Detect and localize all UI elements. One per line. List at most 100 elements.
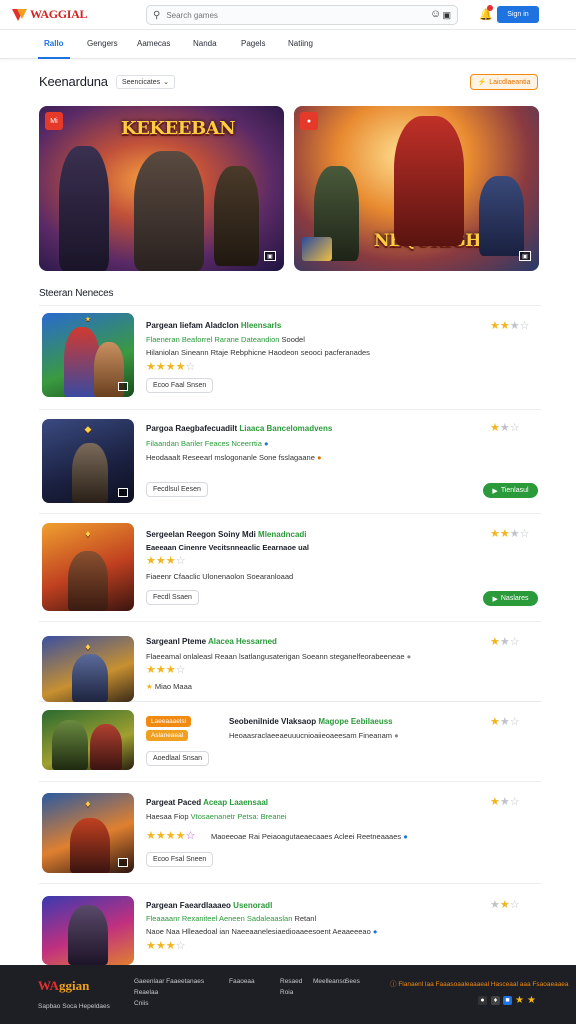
item-score-stars: ★★☆ (490, 716, 520, 728)
banner-title: KEKEEBAN (121, 118, 236, 139)
search-input[interactable] (166, 10, 439, 20)
logo-mark-icon (12, 8, 28, 22)
banner-villain-figure (59, 146, 109, 271)
item-score-stars: ★★★☆ (490, 528, 530, 540)
item-score-stars: ★★★☆ (490, 320, 530, 332)
game-thumbnail[interactable] (42, 710, 134, 770)
featured-banner-2[interactable]: ● NEQURIGHS ▣ (294, 106, 539, 271)
banner-side-figure (214, 166, 259, 266)
featured-title: Keenarduna (39, 74, 108, 89)
nav-item-genres[interactable]: Gengers (87, 39, 118, 48)
item-description: Heodaaalt Reseearl mslogonanle Sone fssl… (146, 453, 322, 462)
banner-tag-icon: ● (300, 112, 318, 130)
thumbnail-figure (68, 551, 108, 611)
item-title[interactable]: Pargean Iiefam Aladclon Hleensarls (146, 321, 281, 330)
item-view-button[interactable]: Ecoo Faal Snsen (146, 378, 214, 393)
item-rating-stars: ★★★☆ (146, 940, 186, 952)
notification-badge (487, 5, 493, 11)
item-score-stars: ★★☆ (490, 636, 520, 648)
page: WAGGIAL ⚲ ▣ ☺ 🔔 Sign in Rallo Gengers Aa… (0, 0, 576, 1024)
item-badge: Aslaneaeal (146, 730, 189, 741)
game-thumbnail[interactable]: ★ (42, 313, 134, 397)
game-thumbnail[interactable]: ♦ (42, 793, 134, 873)
item-score-stars: ★★☆ (490, 899, 520, 911)
featured-banner-1[interactable]: Mi KEKEEBAN ▣ (39, 106, 284, 271)
footer-link[interactable]: Cniis (134, 1000, 148, 1007)
nav-active-indicator (38, 57, 70, 59)
footer-link[interactable]: Sees (345, 978, 360, 985)
play-icon: ▶ (492, 595, 498, 603)
item-view-button[interactable]: Aoedlaal Snsan (146, 751, 210, 766)
game-thumbnail[interactable]: ♦ (42, 636, 134, 702)
item-title[interactable]: Pargean Faeardlaaaeo Usenoradl (146, 901, 272, 910)
bolt-icon: ⚡ (477, 79, 487, 86)
social-icon-2[interactable]: ♦ (491, 996, 500, 1005)
item-title[interactable]: Seobenilnide Vlaksaop Magope Eebilaeuss (229, 717, 393, 726)
featured-filter-dropdown[interactable]: Seencicates ⌄ (116, 75, 176, 89)
footer-link[interactable]: Faaoeaa (229, 978, 255, 985)
social-icon-1[interactable]: ● (478, 996, 487, 1005)
list-item[interactable]: ♦ Sergeelan Reegon Soiny Mdi Mlenadncadi… (39, 514, 541, 622)
thumbnail-figure (70, 818, 110, 873)
site-footer: WAggian Sapbao Soca Hepeldaes Gaeenlaar … (0, 965, 576, 1024)
footer-link[interactable]: Reaelaa (134, 989, 158, 996)
social-icon-3[interactable]: ■ (503, 996, 512, 1005)
item-title[interactable]: Sargeanl Pteme Alacea Hessarned (146, 637, 277, 646)
item-play-button[interactable]: ▶ Tienlasul (483, 483, 538, 498)
footer-link[interactable]: Resaed (280, 978, 302, 985)
item-description: Fiaeenr Cfaaclic Ulonenaolon Soearanloaa… (146, 572, 294, 581)
item-play-button[interactable]: ▶ Naslares (483, 591, 538, 606)
camera-icon[interactable]: ▣ (442, 10, 451, 21)
banner-right-figure (479, 176, 524, 256)
nav-item-games[interactable]: Aamecas (137, 39, 170, 48)
item-view-button[interactable]: Fecdlsul Eesen (146, 482, 208, 497)
nav-item-pages[interactable]: Pagels (241, 39, 265, 48)
list-item[interactable]: ♦ Pargeat Paced Aceap Laaensaal Haesaa F… (39, 782, 541, 884)
item-title[interactable]: Pargoa Raegbafecuadilt Liaaca Bancelomad… (146, 424, 332, 433)
footer-link[interactable]: Roia (280, 989, 293, 996)
expand-icon (118, 488, 128, 497)
search-bar[interactable]: ⚲ ▣ (146, 5, 458, 25)
item-description: Maoeeoae Rai Peiaoagutaeaecaaes Acleei R… (211, 832, 408, 841)
item-title[interactable]: Sergeelan Reegon Soiny Mdi Mlenadncadi (146, 530, 307, 539)
expand-icon[interactable]: ▣ (264, 251, 276, 261)
nav-item-home[interactable]: Rallo (44, 39, 64, 48)
game-logo-badge (302, 237, 332, 261)
list-item[interactable]: Pargean Faeardlaaaeo Usenoradl Fleaaaanr… (39, 884, 541, 965)
list-item[interactable]: ◆ Pargoa Raegbafecuadilt Liaaca Bancelom… (39, 410, 541, 514)
item-score-stars: ★★☆ (490, 796, 520, 808)
item-meta: Flaeneran Beaforrel Rarane Dateandion So… (146, 335, 305, 344)
game-thumbnail[interactable]: ♦ (42, 523, 134, 611)
nav-item-new[interactable]: Nanda (193, 39, 217, 48)
item-view-button[interactable]: Ecoo Fsal Sneen (146, 852, 214, 867)
featured-action-button[interactable]: ⚡ Laicdlaeantia (470, 74, 538, 90)
game-thumbnail[interactable] (42, 896, 134, 965)
item-meta: ★ Miao Maaa (146, 682, 192, 691)
site-logo[interactable]: WAGGIAL (12, 7, 88, 22)
item-view-button[interactable]: Fecdl Ssaen (146, 590, 199, 605)
search-icon: ⚲ (153, 9, 161, 21)
star-icon[interactable]: ★ (515, 995, 524, 1006)
banner-tag: Mi (45, 112, 63, 130)
list-item[interactable]: ★ Pargean Iiefam Aladclon Hleensarls Fla… (39, 306, 541, 410)
star-icon[interactable]: ★ (527, 995, 536, 1006)
item-meta: Filaandan Bariler Feaces Nceerrtia ● (146, 439, 269, 448)
list-title: Steeran Neneces (39, 288, 114, 299)
list-item[interactable]: ♦ Sargeanl Pteme Alacea Hessarned Flaeea… (39, 622, 541, 702)
game-thumbnail[interactable]: ◆ (42, 419, 134, 503)
footer-logo[interactable]: WAggian (38, 978, 89, 994)
expand-icon[interactable]: ▣ (519, 251, 531, 261)
footer-link[interactable]: Meelleanso (313, 978, 346, 985)
item-title[interactable]: Pargeat Paced Aceap Laaensaal (146, 798, 268, 807)
sign-in-button[interactable]: Sign in (497, 6, 539, 23)
item-meta: Haesaa Fiop Vtosaenanetr Petsa: Breanei (146, 812, 287, 821)
thumbnail-art: ♦ (84, 529, 92, 539)
user-icon[interactable]: ☺ (430, 8, 441, 20)
footer-link[interactable]: Gaeenlaar Faaeetanaes (134, 978, 204, 985)
thumbnail-figure (68, 905, 108, 965)
top-header: WAGGIAL ⚲ ▣ ☺ 🔔 Sign in (0, 0, 576, 30)
list-item[interactable]: Laeeaaaelsl Seobenilnide Vlaksaop Magope… (39, 702, 541, 782)
thumbnail-art: ★ (85, 316, 91, 323)
thumbnail-figure (90, 724, 122, 770)
nav-item-ranking[interactable]: Natiing (288, 39, 313, 48)
